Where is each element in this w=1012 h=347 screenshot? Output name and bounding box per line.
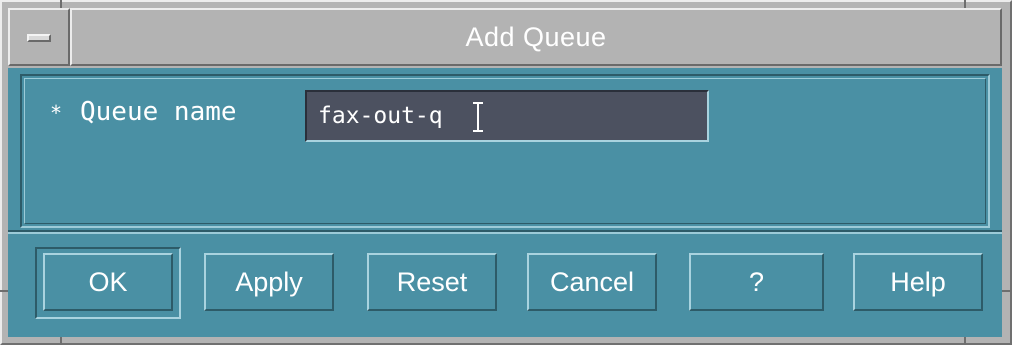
queue-name-input[interactable] bbox=[305, 90, 709, 142]
window-menu-button[interactable] bbox=[8, 8, 70, 66]
title-area[interactable]: Add Queue bbox=[70, 8, 1002, 66]
resize-handle-bottom-right[interactable] bbox=[964, 337, 966, 345]
ok-button[interactable]: OK bbox=[43, 253, 173, 311]
resize-handle-bottom-left[interactable] bbox=[60, 337, 62, 345]
title-bar[interactable]: Add Queue bbox=[8, 8, 1002, 68]
queue-name-label: Queue name bbox=[80, 97, 237, 127]
i-beam-cursor-icon bbox=[473, 102, 483, 132]
resize-handle-right[interactable] bbox=[1002, 290, 1010, 292]
resize-handle-top-right[interactable] bbox=[964, 0, 966, 8]
cancel-button[interactable]: Cancel bbox=[527, 253, 657, 311]
apply-button[interactable]: Apply bbox=[204, 253, 334, 311]
context-help-button[interactable]: ? bbox=[689, 253, 824, 311]
button-area-separator bbox=[8, 230, 1002, 234]
window-menu-icon bbox=[27, 34, 51, 42]
reset-button[interactable]: Reset bbox=[367, 253, 497, 311]
help-button[interactable]: Help bbox=[853, 253, 983, 311]
resize-handle-left[interactable] bbox=[0, 290, 8, 292]
window-title: Add Queue bbox=[465, 21, 607, 52]
dialog-body: * Queue name OK Apply Reset Cancel ? Hel… bbox=[8, 68, 1002, 337]
resize-handle-top-left[interactable] bbox=[60, 0, 62, 8]
required-field-marker: * bbox=[50, 101, 63, 125]
